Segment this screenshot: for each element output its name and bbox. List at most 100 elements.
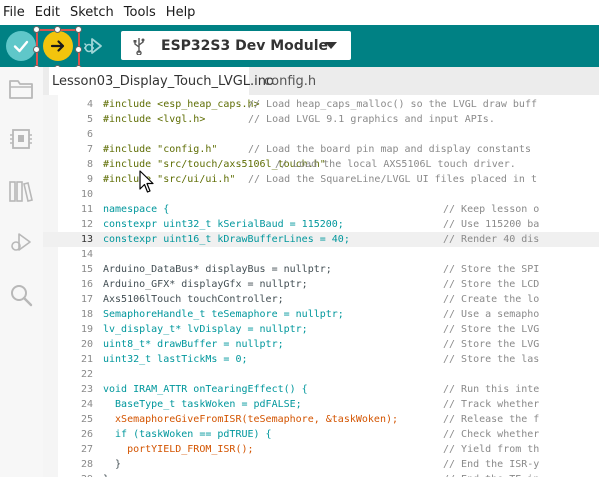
chevron-down-icon [325, 42, 337, 49]
debug-icon [84, 38, 102, 54]
code-line[interactable]: 21 uint32_t lastTickMs = 0; // Store the l… [43, 352, 599, 367]
code-comment: // Store the LCD [443, 279, 540, 290]
code-line[interactable]: 10 [43, 187, 599, 202]
code-text: SemaphoreHandle_t teSemaphore = nullptr; [103, 309, 344, 320]
code-line[interactable]: 9 #include "src/ui/ui.h" // Load the Squar… [43, 172, 599, 187]
highlight-handle [75, 46, 82, 53]
code-text: constexpr uint32_t kSerialBaud = 115200; [103, 219, 344, 230]
code-comment: // Run this inte [443, 384, 540, 395]
line-number: 18 [80, 309, 93, 320]
code-line[interactable]: 27 portYIELD_FROM_ISR(); // Yield from th [43, 442, 599, 457]
line-number: 19 [80, 324, 93, 335]
code-comment: // Track whether [443, 399, 540, 410]
code-line[interactable]: 14 [43, 247, 599, 262]
line-number: 4 [86, 99, 93, 110]
code-text: } [103, 459, 122, 470]
menu-edit[interactable]: Edit [30, 5, 65, 20]
code-text: uint8_t* drawBuffer = nullptr; [103, 339, 284, 350]
code-text: Arduino_GFX* displayGfx = nullptr; [103, 279, 308, 290]
menu-help[interactable]: Help [161, 5, 201, 20]
folder-icon [9, 80, 33, 99]
mouse-cursor-icon [139, 170, 154, 193]
line-number: 13 [80, 234, 93, 245]
code-line[interactable]: 16 Arduino_GFX* displayGfx = nullptr; // S… [43, 277, 599, 292]
line-number: 5 [86, 114, 93, 125]
tab-sketch-file[interactable]: Lesson03_Display_Touch_LVGL.ino [49, 67, 274, 95]
code-comment: // Store the LVG [443, 324, 540, 335]
code-comment: // End the TE in [443, 472, 539, 477]
code-editor[interactable]: 4 #include <esp_heap_caps.h>// Load heap_… [43, 95, 599, 477]
code-line[interactable]: 23 void IRAM_ATTR onTearingEffect() { // R… [43, 382, 599, 397]
debug-panel-button[interactable] [7, 229, 35, 257]
code-text: Arduino_DataBus* displayBus = nullptr; [103, 264, 332, 275]
code-text: #include <esp_heap_caps.h> [103, 99, 260, 110]
highlight-handle [75, 26, 82, 33]
code-comment: // Create the lo [443, 294, 540, 305]
line-number: 22 [80, 369, 93, 380]
sketchbook-button[interactable] [7, 75, 35, 103]
code-line[interactable]: 26 if (taskWoken == pdTRUE) {// Check wh… [43, 427, 599, 442]
code-line[interactable]: 4 #include <esp_heap_caps.h>// Load heap_… [43, 97, 599, 112]
code-comment: // End the ISR-y [443, 459, 540, 470]
code-text: BaseType_t taskWoken = pdFALSE; [103, 399, 302, 410]
search-icon [11, 285, 33, 307]
code-line[interactable]: 13 constexpr uint16_t kDrawBufferLines = … [43, 232, 599, 247]
menu-file[interactable]: File [0, 5, 30, 20]
code-line[interactable]: 20 uint8_t* drawBuffer = nullptr; // Store… [43, 337, 599, 352]
code-line[interactable]: 29} // End the TE in [43, 472, 599, 477]
code-line[interactable]: 11 namespace {// Keep lesson o [43, 202, 599, 217]
debug-button[interactable] [79, 31, 109, 61]
code-text: portYIELD_FROM_ISR(); [103, 444, 254, 455]
code-comment: // Store the las [443, 354, 540, 365]
menu-bar: File Edit Sketch Tools Help [0, 0, 599, 25]
tab-config-h[interactable]: config.h [260, 67, 316, 95]
verify-button[interactable] [6, 31, 36, 61]
code-text: uint32_t lastTickMs = 0; [103, 354, 248, 365]
code-text: void IRAM_ATTR onTearingEffect() { [103, 384, 308, 395]
code-comment: // Use 115200 ba [443, 219, 540, 230]
board-selector[interactable]: ESP32S3 Dev Module [121, 31, 351, 60]
line-number: 28 [80, 459, 93, 470]
code-line[interactable]: 22 [43, 367, 599, 382]
code-line[interactable]: 24 BaseType_t taskWoken = pdFALSE; // Tra… [43, 397, 599, 412]
upload-highlight-box [36, 29, 80, 70]
code-comment: // Yield from th [443, 444, 540, 455]
code-comment: // Render 40 dis [443, 234, 540, 245]
code-line[interactable]: 25 xSemaphoreGiveFromISR(teSemaphore, &t… [43, 412, 599, 427]
library-icon [9, 181, 33, 202]
line-number: 17 [80, 294, 93, 305]
code-line[interactable]: 28 } // End the ISR-y [43, 457, 599, 472]
menu-sketch[interactable]: Sketch [65, 5, 119, 20]
menu-tools[interactable]: Tools [119, 5, 161, 20]
code-line[interactable]: 15 Arduino_DataBus* displayBus = nullptr;… [43, 262, 599, 277]
board-name: ESP32S3 Dev Module [161, 37, 329, 54]
code-line[interactable]: 7 #include "config.h" // Load the board pi… [43, 142, 599, 157]
line-number: 9 [86, 174, 93, 185]
line-number: 16 [80, 279, 93, 290]
line-number: 12 [80, 219, 93, 230]
code-comment: // Check whether [443, 429, 540, 440]
code-line[interactable]: 17 Axs5106lTouch touchController; // Creat… [43, 292, 599, 307]
code-comment: // Load the SquareLine/LVGL UI files pla… [248, 174, 537, 185]
code-text: Axs5106lTouch touchController; [103, 294, 284, 305]
line-number: 27 [80, 444, 93, 455]
debug-icon [11, 233, 31, 251]
code-text: } [103, 472, 109, 477]
code-line[interactable]: 18 SemaphoreHandle_t teSemaphore = nullpt… [43, 307, 599, 322]
code-text: lv_display_t* lvDisplay = nullptr; [103, 324, 308, 335]
library-manager-button[interactable] [7, 177, 35, 205]
code-line[interactable]: 12 constexpr uint32_t kSerialBaud = 11520… [43, 217, 599, 232]
boards-manager-button[interactable] [7, 125, 35, 153]
code-line[interactable]: 5 #include <lvgl.h> // Load LVGL 9.1 graph… [43, 112, 599, 127]
highlight-handle [33, 46, 40, 53]
search-button[interactable] [7, 281, 35, 309]
checkmark-icon [13, 40, 29, 53]
line-number: 20 [80, 339, 93, 350]
code-line[interactable]: 8 #include "src/touch/axs5106l_touch.h"//… [43, 157, 599, 172]
line-number: 23 [80, 384, 93, 395]
code-line[interactable]: 6 [43, 127, 599, 142]
code-text: if (taskWoken == pdTRUE) { [103, 429, 272, 440]
highlight-handle [33, 26, 40, 33]
code-text: #include <lvgl.h> [103, 114, 206, 125]
code-line[interactable]: 19 lv_display_t* lvDisplay = nullptr; // S… [43, 322, 599, 337]
